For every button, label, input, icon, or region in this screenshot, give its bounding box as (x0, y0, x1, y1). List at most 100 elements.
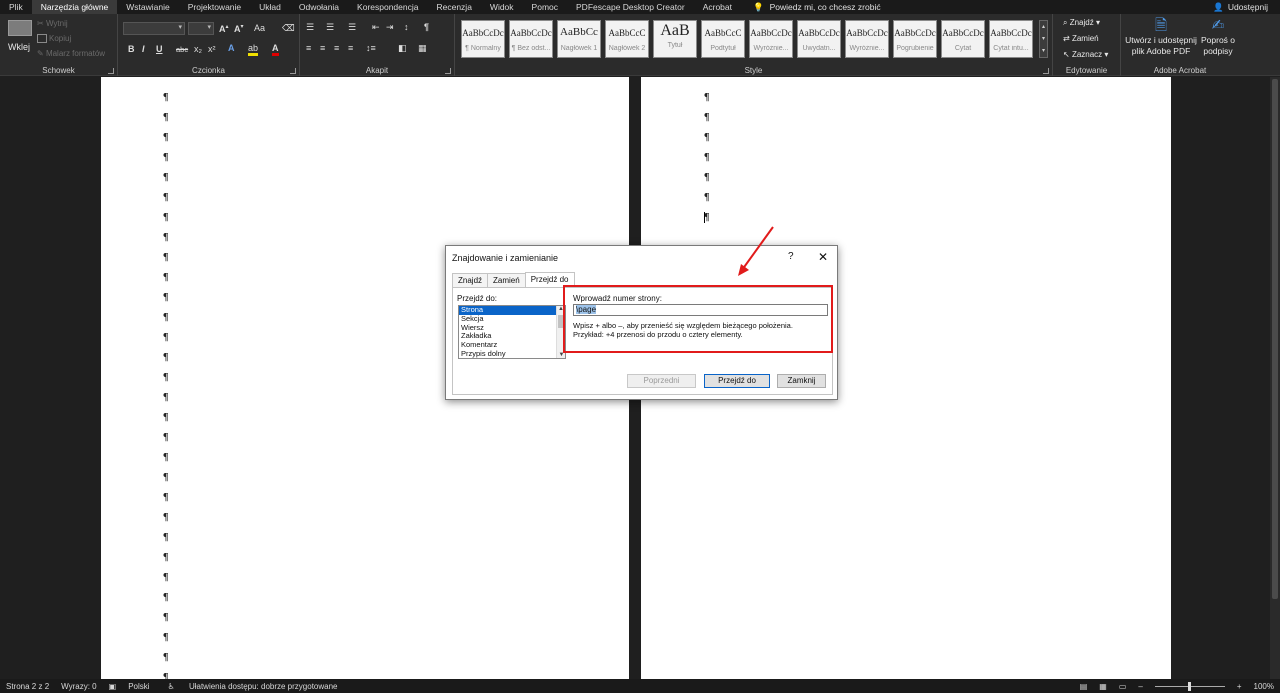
paragraph-mark: ¶ (163, 432, 169, 443)
align-center-icon[interactable]: ≡ (320, 43, 325, 53)
underline-button[interactable]: U (156, 44, 163, 54)
paragraph-mark: ¶ (163, 652, 169, 663)
style-item[interactable]: AaB Tytuł (653, 20, 697, 58)
zoom-thumb[interactable] (1187, 681, 1191, 691)
tab-find[interactable]: Znajdź (452, 273, 489, 288)
copy-button[interactable]: Kopiuj (37, 34, 71, 44)
bullets-icon[interactable]: ☰ (306, 22, 314, 33)
numbering-icon[interactable]: ☰ (326, 22, 334, 33)
style-item[interactable]: AaBbCcDc Wyróżnie... (845, 20, 889, 58)
zoom-out-icon[interactable]: – (1138, 682, 1142, 691)
paragraph-mark: ¶ (704, 112, 710, 123)
create-pdf-button[interactable]: 🗎 Utwórz i udostępnij plik Adobe PDF (1123, 17, 1199, 57)
increase-indent-icon[interactable]: ⇥ (386, 22, 394, 33)
previous-button[interactable]: Poprzedni (627, 374, 696, 388)
tell-me-box[interactable]: 💡 Powiedz mi, co chcesz zrobić (741, 2, 881, 13)
tab-layout[interactable]: Układ (250, 0, 290, 14)
web-layout-icon[interactable]: ▭ (1119, 682, 1127, 691)
close-icon[interactable]: ✕ (818, 250, 828, 264)
group-paragraph: ☰ ☰ ☰ ⇤ ⇥ ↕ ¶ ≡ ≡ ≡ ≡ ↕≡ ◧ ▦ Akapit (300, 14, 455, 76)
tab-pdfescape[interactable]: PDFescape Desktop Creator (567, 0, 694, 14)
style-item[interactable]: AaBbCc Nagłówek 1 (557, 20, 601, 58)
superscript-icon[interactable]: x² (208, 44, 216, 54)
font-launcher[interactable] (290, 68, 296, 74)
find-button[interactable]: ⌕ Znajdź ▾ (1063, 18, 1100, 28)
styles-launcher[interactable] (1043, 68, 1049, 74)
zoom-level[interactable]: 100% (1254, 682, 1274, 691)
style-item[interactable]: AaBbCcDc ¶ Bez odst... (509, 20, 553, 58)
read-mode-icon[interactable]: ▤ (1080, 682, 1088, 691)
list-item[interactable]: Przypis dolny (459, 349, 565, 358)
case-icon[interactable]: Aa (254, 23, 265, 33)
share-button[interactable]: 👤 Udostępnij (1213, 0, 1268, 14)
clipboard-launcher[interactable] (108, 68, 114, 74)
format-painter-button[interactable]: ✎ Malarz formatów (37, 49, 105, 58)
paragraph-mark: ¶ (163, 132, 169, 143)
style-item[interactable]: AaBbCcC Podtytuł (701, 20, 745, 58)
zoom-in-icon[interactable]: + (1237, 682, 1242, 691)
subscript-icon[interactable]: x₂ (194, 44, 202, 54)
multilevel-list-icon[interactable]: ☰ (348, 22, 356, 33)
style-item[interactable]: AaBbCcDc Uwydatn... (797, 20, 841, 58)
strikethrough-button[interactable]: abc (176, 45, 188, 54)
request-signatures-button[interactable]: ✍ Poproś o podpisy (1197, 17, 1239, 57)
shading-icon[interactable]: ◧ (398, 43, 407, 54)
shrink-font-icon[interactable]: A▾ (234, 23, 244, 34)
zoom-slider[interactable] (1154, 681, 1225, 691)
font-size-box[interactable]: ▾ (188, 22, 214, 35)
style-item[interactable]: AaBbCcDc Wyróżnie... (749, 20, 793, 58)
align-right-icon[interactable]: ≡ (334, 43, 339, 53)
page-counter[interactable]: Strona 2 z 2 (6, 682, 49, 691)
style-item[interactable]: AaBbCcDc ¶ Normalny (461, 20, 505, 58)
replace-button[interactable]: ⇄ Zamień (1063, 34, 1099, 43)
align-left-icon[interactable]: ≡ (306, 43, 311, 53)
print-layout-icon[interactable]: ▦ (1099, 682, 1107, 691)
paragraph-label: Akapit (365, 66, 389, 75)
borders-icon[interactable]: ▦ (418, 43, 427, 54)
tab-acrobat[interactable]: Acrobat (694, 0, 741, 14)
highlight-icon[interactable]: ab (248, 43, 259, 56)
paste-button[interactable]: Wklej (8, 42, 30, 52)
close-button[interactable]: Zamknij (777, 374, 826, 388)
paragraph-launcher[interactable] (445, 68, 451, 74)
accessibility-status[interactable]: ♿ Ułatwienia dostępu: dobrze przygotowan… (162, 682, 344, 691)
tab-view[interactable]: Widok (481, 0, 523, 14)
grow-font-icon[interactable]: A▴ (219, 23, 229, 34)
select-button[interactable]: ↖ Zaznacz ▾ (1063, 50, 1108, 59)
style-item[interactable]: AaBbCcDc Pogrubienie (893, 20, 937, 58)
line-spacing-icon[interactable]: ↕≡ (366, 43, 376, 53)
tab-replace[interactable]: Zamień (487, 273, 526, 288)
font-name-box[interactable]: ▾ (123, 22, 185, 35)
style-item[interactable]: AaBbCcC Nagłówek 2 (605, 20, 649, 58)
cut-button[interactable]: ✂ Wytnij (37, 19, 68, 28)
italic-button[interactable]: I (142, 44, 145, 54)
tab-review[interactable]: Recenzja (427, 0, 480, 14)
tab-insert[interactable]: Wstawianie (117, 0, 178, 14)
tab-help[interactable]: Pomoc (523, 0, 567, 14)
scrollbar-thumb[interactable] (1272, 79, 1278, 599)
style-item[interactable]: AaBbCcDc Cytat (941, 20, 985, 58)
bold-button[interactable]: B (128, 44, 135, 54)
tab-mailings[interactable]: Korespondencja (348, 0, 427, 14)
proofing-icon[interactable]: ▣ (109, 682, 117, 691)
tab-references[interactable]: Odwołania (290, 0, 348, 14)
language[interactable]: Polski (128, 682, 149, 691)
style-preview: AaBbCcDc (942, 28, 984, 38)
tab-design[interactable]: Projektowanie (179, 0, 250, 14)
tab-home[interactable]: Narzędzia główne (31, 0, 118, 14)
show-marks-icon[interactable]: ¶ (424, 22, 429, 32)
vertical-scrollbar[interactable] (1270, 77, 1280, 679)
style-item[interactable]: AaBbCcDc Cytat intu... (989, 20, 1033, 58)
word-count[interactable]: Wyrazy: 0 (61, 682, 97, 691)
styles-scroll[interactable]: ▴ ▾ ▾ (1039, 20, 1048, 58)
sort-icon[interactable]: ↕ (404, 22, 409, 32)
goto-what-list[interactable]: Strona Sekcja Wiersz Zakładka Komentarz … (458, 305, 566, 359)
goto-button[interactable]: Przejdź do (704, 374, 770, 388)
help-button[interactable]: ? (788, 251, 794, 262)
justify-icon[interactable]: ≡ (348, 43, 353, 53)
font-color-icon[interactable]: A (272, 43, 279, 56)
decrease-indent-icon[interactable]: ⇤ (372, 22, 380, 33)
text-effects-icon[interactable]: A (228, 43, 235, 53)
clear-format-icon[interactable]: ⌫ (282, 23, 295, 34)
tab-file[interactable]: Plik (0, 0, 32, 14)
